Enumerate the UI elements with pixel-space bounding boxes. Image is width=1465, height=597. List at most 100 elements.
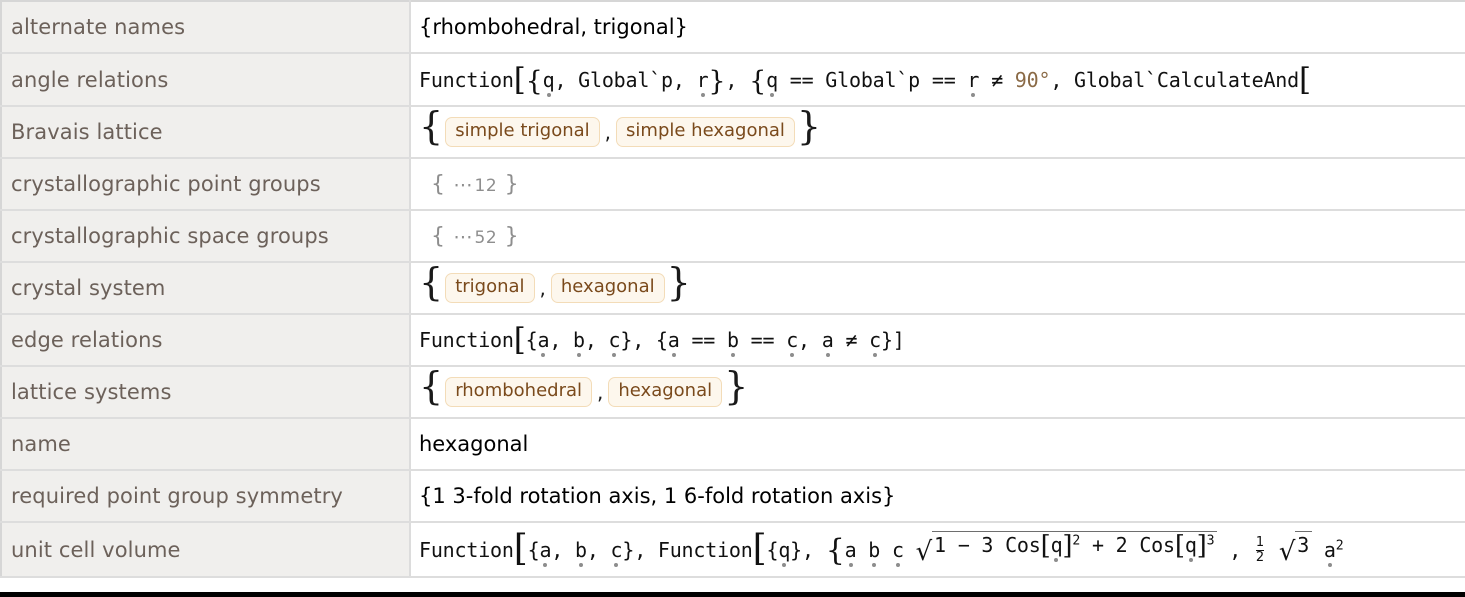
pattern-var-c1: c — [608, 328, 621, 352]
equal-op-1: == — [789, 67, 814, 92]
table-row: edge relations Function[{a, b, c}, {a ==… — [1, 314, 1465, 367]
brace-open-icon-2: { — [655, 328, 668, 352]
pattern-var-a1: a — [537, 328, 550, 352]
function-head-1: Function — [419, 537, 514, 562]
sep: , — [586, 537, 611, 562]
radical-sign-icon: √ — [1278, 536, 1296, 567]
sqrt-expression-2: √ 3 — [1278, 530, 1313, 567]
degree-value: 90° — [1014, 67, 1051, 92]
cos-exponent-1: 2 — [1072, 533, 1081, 549]
brace-open-icon: { — [419, 106, 444, 148]
pill-item[interactable]: simple trigonal — [445, 117, 600, 147]
equal-op-1: == — [691, 328, 716, 352]
pattern-var-a1: a — [539, 537, 552, 562]
brace-open-icon: { — [525, 328, 538, 352]
unit-cell-volume-expression: Function[{a, b, c}, Function[{q}, {a b c… — [419, 527, 1344, 569]
pattern-var-b2: b — [726, 328, 739, 352]
brace-close-icon-2: } — [880, 328, 893, 352]
minus-op: − — [957, 532, 970, 557]
row-label-angle-relations: angle relations — [1, 53, 411, 107]
cos-head-1: Cos — [1005, 532, 1041, 557]
row-value-angle-relations: Function[{q, Global`p, r}, {q == Global`… — [410, 53, 1465, 107]
pill-item[interactable]: hexagonal — [550, 273, 665, 303]
brace-close-icon: } — [796, 106, 822, 148]
pattern-var-c3: c — [869, 328, 881, 352]
brace-open-icon: { — [431, 223, 446, 249]
pattern-var-b1: b — [573, 328, 585, 352]
pill-item[interactable]: hexagonal — [608, 377, 723, 407]
fraction-one-half: 12 — [1255, 535, 1264, 565]
collapsed-count: 12 — [474, 175, 498, 196]
pattern-var-q2: q — [766, 67, 778, 92]
cos-arg-2: q — [1184, 532, 1197, 557]
table-row: unit cell volume Function[{a, b, c}, Fun… — [1, 522, 1465, 578]
collapsed-count: 52 — [474, 227, 498, 248]
list-separator: , — [597, 379, 604, 404]
fraction-numerator: 1 — [1255, 535, 1264, 551]
sqrt-expression-1: √ 1 − 3 Cos[q]2 + 2 Cos[q]3 — [916, 530, 1218, 567]
sep: , — [554, 67, 579, 92]
row-label-unit-cell-volume: unit cell volume — [1, 522, 411, 578]
row-value-edge-relations: Function[{a, b, c}, {a == b == c, a ≠ c}… — [410, 314, 1465, 367]
name-text: hexagonal — [419, 432, 529, 456]
row-label-crystal-system: crystal system — [1, 262, 411, 315]
pill-item[interactable]: trigonal — [445, 273, 535, 303]
trailing-exponent: 2 — [1335, 538, 1344, 554]
brace-open-icon: { — [419, 262, 444, 304]
mult-var-b: b — [868, 537, 881, 562]
angle-relations-expression: Function[{q, Global`p, r}, {q == Global`… — [419, 61, 1311, 98]
sep: , — [672, 67, 697, 92]
row-value-lattice-systems: {rhombohedral, hexagonal} — [410, 366, 1465, 419]
radicand-coef-3: 3 — [981, 532, 994, 557]
collapsed-list-point-groups[interactable]: { ⋯12 } — [419, 171, 520, 197]
list-separator: , — [539, 275, 546, 300]
table-row: lattice systems {rhombohedral, hexagonal} — [1, 366, 1465, 419]
not-equal-op: ≠ — [991, 67, 1003, 92]
brace-close-icon: } — [497, 223, 520, 249]
crystal-property-table: alternate names {rhombohedral, trigonal}… — [0, 0, 1465, 578]
fraction-denominator: 2 — [1255, 549, 1264, 565]
row-value-required-point-group-symmetry: {1 3-fold rotation axis, 1 6-fold rotati… — [410, 470, 1465, 523]
table-row: Bravais lattice {simple trigonal, simple … — [1, 106, 1465, 159]
pattern-var-a3: a — [821, 328, 834, 352]
pill-item[interactable]: simple hexagonal — [616, 117, 795, 147]
brace-close-icon: } — [497, 171, 520, 197]
sep: , — [549, 328, 574, 352]
global-symbol-p2: Global`p — [825, 67, 921, 92]
brace-open-icon: { — [419, 366, 444, 408]
row-value-alternate-names: {rhombohedral, trigonal} — [410, 1, 1465, 54]
radicand-coef-2: 2 — [1115, 532, 1128, 557]
pattern-var-q1: q — [778, 537, 791, 562]
ellipsis-icon: ⋯ — [445, 173, 475, 196]
table-row: name hexagonal — [1, 418, 1465, 471]
row-value-unit-cell-volume: Function[{a, b, c}, Function[{q}, {a b c… — [410, 522, 1465, 578]
row-label-bravais-lattice: Bravais lattice — [1, 106, 411, 159]
global-calculate-and: Global`CalculateAnd — [1074, 67, 1299, 92]
brace-close-icon: } — [620, 328, 633, 352]
row-value-crystallographic-space-groups: { ⋯52 } — [410, 210, 1465, 263]
pattern-var-r1: r — [696, 67, 709, 92]
brace-close-icon-1: } — [622, 537, 635, 562]
sep: , — [725, 67, 750, 92]
mult-var-c: c — [891, 537, 904, 562]
brace-close-icon: } — [666, 262, 691, 304]
row-value-bravais-lattice: {simple trigonal, simple hexagonal} — [410, 106, 1465, 159]
cos-arg-1: q — [1050, 532, 1063, 557]
pill-item[interactable]: rhombohedral — [445, 377, 593, 407]
radicand-term-1: 1 — [934, 532, 946, 557]
row-label-crystallographic-point-groups: crystallographic point groups — [1, 158, 411, 211]
bracket-close-icon: ] — [892, 328, 905, 352]
table-row: crystal system {trigonal, hexagonal} — [1, 262, 1465, 315]
edge-relations-expression: Function[{a, b, c}, {a == b == c, a ≠ c}… — [419, 322, 905, 358]
sep: , — [798, 328, 822, 352]
collapsed-list-space-groups[interactable]: { ⋯52 } — [419, 223, 520, 249]
brace-open-icon-2: { — [766, 537, 779, 562]
sep: , — [634, 537, 647, 562]
not-equal-op: ≠ — [845, 328, 858, 352]
sep: , — [1050, 67, 1074, 92]
